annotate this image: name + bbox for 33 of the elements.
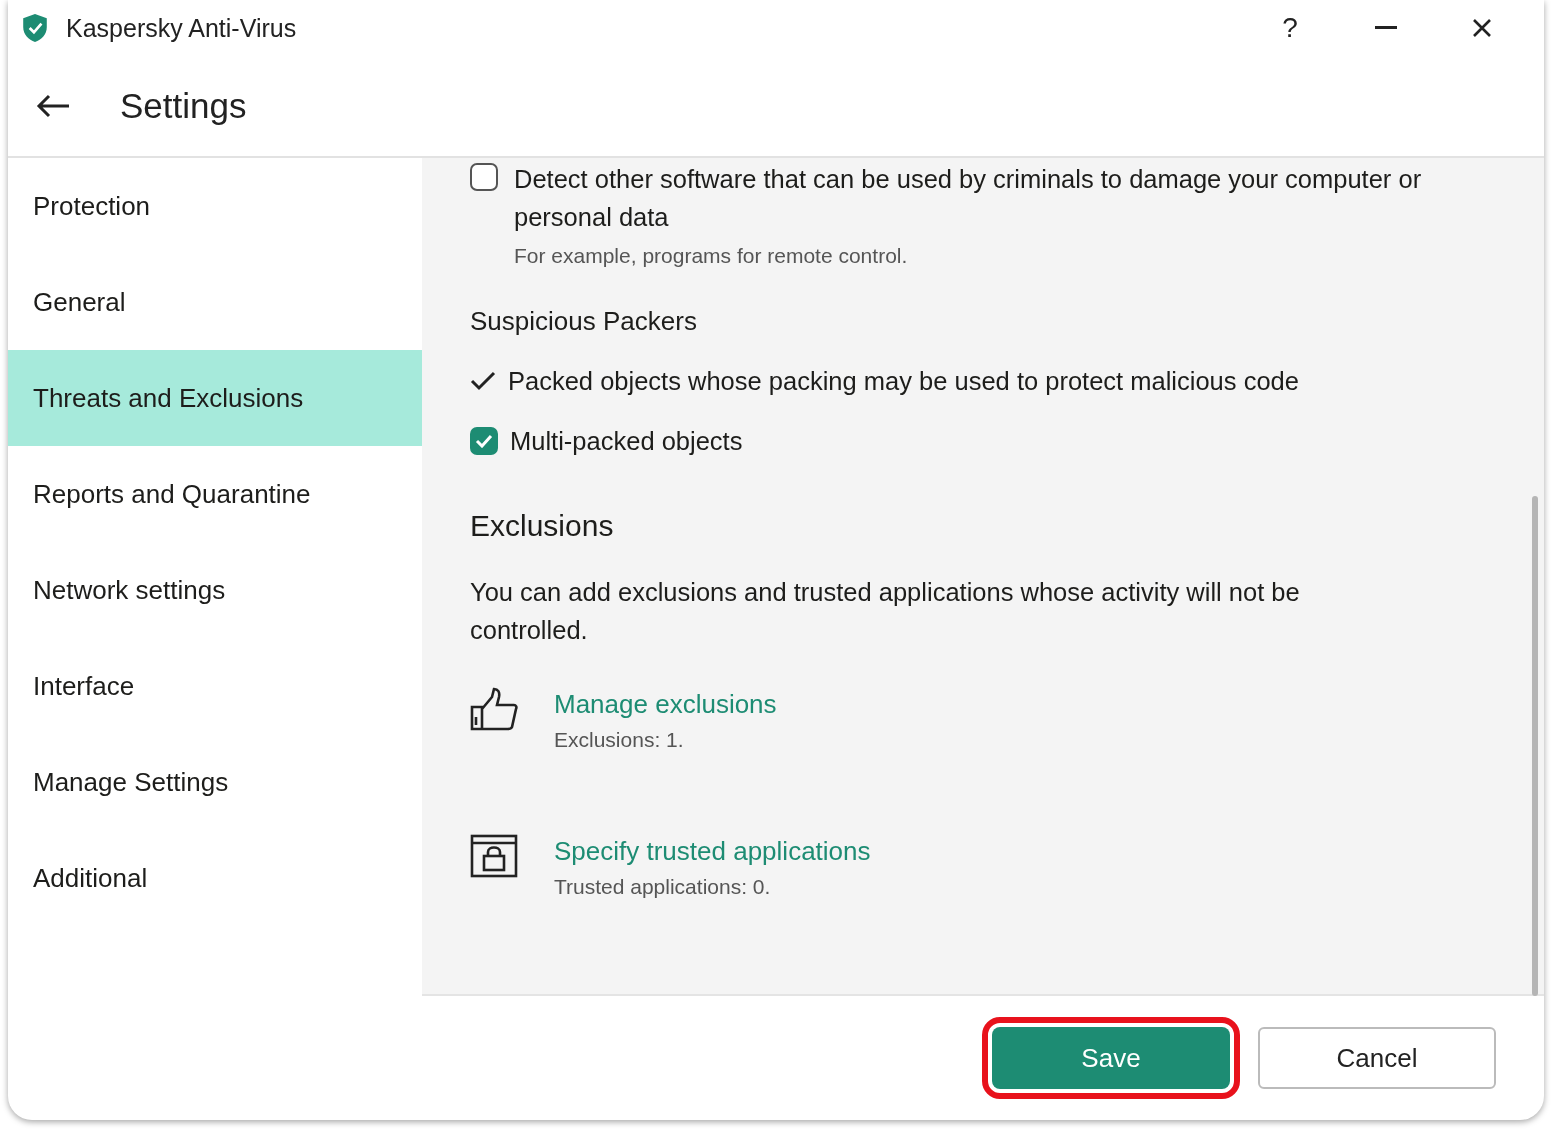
checkbox[interactable] (470, 427, 498, 455)
link-detail: Exclusions: 1. (554, 728, 685, 752)
sidebar-item[interactable]: Protection (8, 158, 422, 254)
checkbox[interactable] (470, 163, 498, 191)
minimize-icon (1375, 26, 1397, 30)
option-hint: For example, programs for remote control. (514, 244, 909, 268)
page-title: Settings (120, 86, 247, 126)
checkmark-icon (475, 434, 493, 448)
sidebar-item[interactable]: Manage Settings (8, 734, 422, 830)
settings-link[interactable]: Specify trusted applications (554, 836, 871, 867)
sidebar-item[interactable]: Interface (8, 638, 422, 734)
sidebar-item[interactable]: Threats and Exclusions (8, 350, 422, 446)
sidebar-item[interactable]: Reports and Quarantine (8, 446, 422, 542)
sidebar-item[interactable]: Additional (8, 830, 422, 926)
sidebar-item[interactable]: General (8, 254, 422, 350)
option-label: Detect other software that can be used by criminals to damage your computer or personal data (514, 164, 1423, 233)
option-label: Packed objects whose packing may be used to protect malicious code (508, 366, 1299, 397)
thumbs-up-icon (470, 687, 518, 731)
window-title: Kaspersky Anti-Virus (66, 13, 297, 43)
help-button[interactable]: ? (1242, 0, 1338, 56)
back-arrow-icon (36, 94, 70, 118)
section-heading: Suspicious Packers (470, 306, 698, 337)
close-icon (1472, 18, 1492, 38)
shield-logo-icon (22, 13, 48, 43)
section-description: You can add exclusions and trusted applications whose activity will not be controlled. (470, 577, 1301, 646)
section-heading: Exclusions (470, 509, 615, 543)
link-detail: Trusted applications: 0. (554, 875, 772, 899)
locked-window-icon (470, 834, 518, 878)
sidebar-item[interactable]: Network settings (8, 542, 422, 638)
scrollbar[interactable] (1532, 496, 1538, 996)
option-label: Multi-packed objects (510, 426, 743, 457)
cancel-button[interactable]: Cancel (1258, 1027, 1496, 1089)
settings-link[interactable]: Manage exclusions (554, 689, 777, 720)
